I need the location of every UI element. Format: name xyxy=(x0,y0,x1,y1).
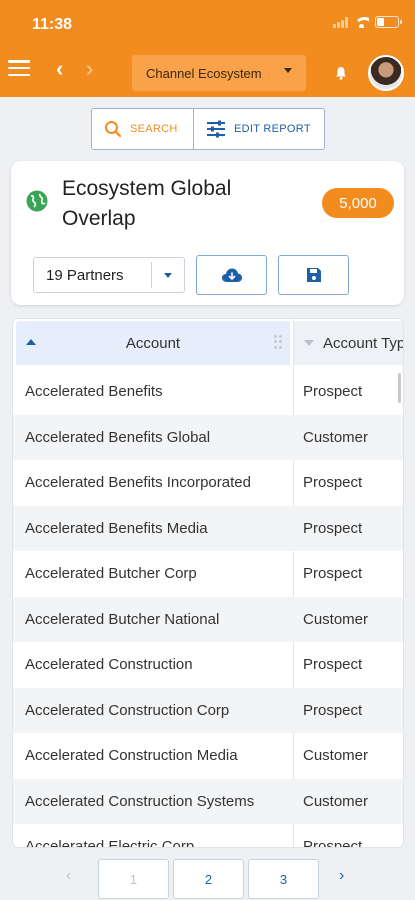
account-cell: Accelerated Butcher National xyxy=(25,610,220,628)
drag-handle-icon[interactable] xyxy=(274,335,282,349)
search-button[interactable]: SEARCH xyxy=(91,108,194,150)
avatar[interactable] xyxy=(368,55,404,91)
table-row[interactable]: Accelerated Electric Corp Prospect xyxy=(13,824,403,848)
column-header-account[interactable]: Account xyxy=(16,321,290,365)
table-row[interactable]: Accelerated Benefits Incorporated Prospec… xyxy=(13,460,403,506)
chevron-down-icon xyxy=(284,68,292,73)
download-button[interactable] xyxy=(196,255,267,295)
count-badge: 5,000 xyxy=(322,188,394,218)
sort-ascending-icon xyxy=(26,339,36,345)
status-time: 11:38 xyxy=(32,16,73,33)
cloud-download-icon xyxy=(221,268,242,282)
next-page-icon[interactable]: › xyxy=(339,867,344,885)
channel-ecosystem-select[interactable]: Channel Ecosystem xyxy=(132,55,306,91)
account-cell: Accelerated Construction Systems xyxy=(25,792,255,810)
account-cell: Accelerated Butcher Corp xyxy=(25,565,197,583)
scrollbar[interactable] xyxy=(398,373,401,403)
account-cell: Accelerated Benefits Incorporated xyxy=(25,474,251,492)
account-type-cell: Customer xyxy=(303,792,369,810)
account-type-cell: Customer xyxy=(303,428,369,446)
account-type-cell: Prospect xyxy=(303,701,363,719)
account-type-cell: Prospect xyxy=(303,383,363,401)
account-type-cell: Prospect xyxy=(303,519,363,537)
page-button-3[interactable]: 3 xyxy=(248,859,319,899)
account-cell: Accelerated Electric Corp xyxy=(25,838,195,848)
column-header-account-type[interactable]: Account Type xyxy=(294,321,403,365)
save-icon xyxy=(306,268,321,282)
page-button-1[interactable]: 1 xyxy=(98,859,169,899)
wifi-icon xyxy=(354,16,369,28)
edit-report-label: EDIT REPORT xyxy=(234,123,311,135)
search-label: SEARCH xyxy=(130,123,178,135)
table-row[interactable]: Accelerated Benefits Prospect xyxy=(13,369,403,415)
battery-icon xyxy=(375,16,402,28)
pagination: ‹ 1 2 3 › xyxy=(0,857,415,899)
report-card: Ecosystem Global Overlap 5,000 19 Partne… xyxy=(11,161,404,305)
prev-page-icon[interactable]: ‹ xyxy=(66,867,71,885)
table-row[interactable]: Accelerated Benefits Media Prospect xyxy=(13,505,403,551)
accounts-table: Account Account Type Accelerated Benefit… xyxy=(12,318,404,848)
table-row[interactable]: Accelerated Construction Prospect xyxy=(13,642,403,688)
account-type-cell: Prospect xyxy=(303,565,363,583)
account-type-cell: Prospect xyxy=(303,656,363,674)
account-type-cell: Prospect xyxy=(303,838,363,848)
table-row[interactable]: Accelerated Construction Systems Customer xyxy=(13,778,403,824)
page-button-2[interactable]: 2 xyxy=(173,859,244,899)
sliders-icon xyxy=(207,120,225,138)
account-type-cell: Customer xyxy=(303,610,369,628)
table-row[interactable]: Accelerated Butcher National Customer xyxy=(13,596,403,642)
account-cell: Accelerated Construction Corp xyxy=(25,701,230,719)
edit-report-button[interactable]: EDIT REPORT xyxy=(194,108,325,150)
chevron-down-icon xyxy=(152,272,184,278)
status-icons xyxy=(333,16,402,28)
account-cell: Accelerated Benefits xyxy=(25,383,163,401)
signal-icon xyxy=(333,16,348,28)
account-cell: Accelerated Benefits Global xyxy=(25,428,211,446)
partners-select[interactable]: 19 Partners xyxy=(33,257,185,293)
app-header: 11:38 ‹ › Channel Ecosystem xyxy=(0,0,415,97)
table-header: Account Account Type xyxy=(13,319,403,367)
back-arrow-icon[interactable]: ‹ xyxy=(56,58,63,80)
column-label-account: Account xyxy=(125,334,181,352)
search-icon xyxy=(105,121,122,138)
table-row[interactable]: Accelerated Construction Media Customer xyxy=(13,733,403,779)
account-type-cell: Prospect xyxy=(303,474,363,492)
globe-icon xyxy=(26,190,48,212)
report-title: Ecosystem Global Overlap xyxy=(62,177,232,230)
column-label-account-type: Account Type xyxy=(323,334,403,352)
save-button[interactable] xyxy=(278,255,349,295)
account-cell: Accelerated Construction xyxy=(25,656,193,674)
table-row[interactable]: Accelerated Construction Corp Prospect xyxy=(13,687,403,733)
forward-arrow-icon[interactable]: › xyxy=(86,58,93,80)
menu-icon[interactable] xyxy=(8,60,30,76)
account-cell: Accelerated Construction Media xyxy=(25,747,238,765)
sort-descending-icon xyxy=(304,340,314,346)
table-body: Accelerated Benefits Prospect Accelerated … xyxy=(13,369,403,848)
table-row[interactable]: Accelerated Butcher Corp Prospect xyxy=(13,551,403,597)
table-row[interactable]: Accelerated Benefits Global Customer xyxy=(13,414,403,460)
report-actions: SEARCH EDIT REPORT xyxy=(91,108,325,150)
account-type-cell: Customer xyxy=(303,747,369,765)
channel-ecosystem-label: Channel Ecosystem xyxy=(146,65,262,81)
account-cell: Accelerated Benefits Media xyxy=(25,519,208,537)
bell-icon[interactable] xyxy=(334,66,348,80)
partners-select-label: 19 Partners xyxy=(46,266,124,284)
